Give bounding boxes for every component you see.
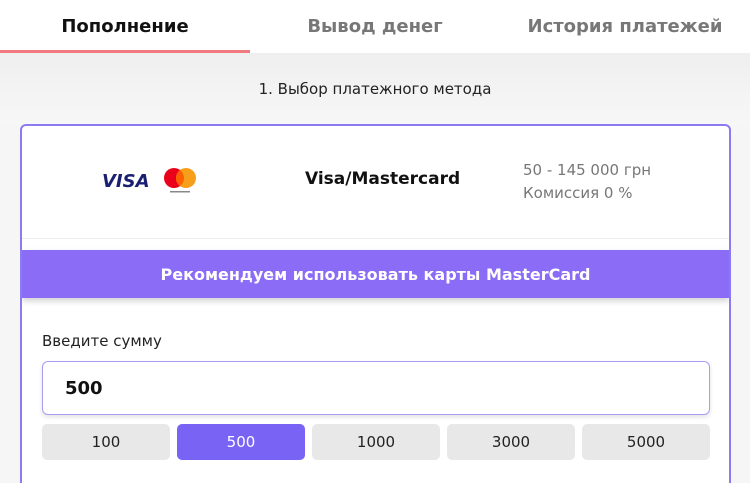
card-logos: VISA	[102, 166, 198, 196]
tab-deposit[interactable]: Пополнение	[0, 0, 250, 53]
amount-label: Введите сумму	[42, 332, 162, 350]
mastercard-logo-icon	[162, 166, 198, 196]
step-title: 1. Выбор платежного метода	[0, 53, 750, 125]
method-limits: 50 - 145 000 грн Комиссия 0 %	[523, 159, 651, 205]
commission-text: Комиссия 0 %	[523, 184, 633, 202]
quick-amount-5000-button[interactable]: 5000	[582, 424, 710, 460]
quick-amounts: 100 500 1000 3000 5000	[42, 424, 710, 460]
tab-history[interactable]: История платежей	[500, 0, 750, 53]
limits-range: 50 - 145 000 грн	[523, 161, 652, 179]
quick-amount-1000-button[interactable]: 1000	[312, 424, 440, 460]
payment-method-row[interactable]: VISA Visa/Mastercard 50 - 145 000 грн Ко…	[22, 126, 729, 239]
method-name: Visa/Mastercard	[305, 169, 461, 189]
visa-logo-icon: VISA	[102, 170, 150, 192]
quick-amount-500-button[interactable]: 500	[177, 424, 305, 460]
amount-input[interactable]	[42, 361, 710, 415]
payment-method-card: VISA Visa/Mastercard 50 - 145 000 грн Ко…	[20, 124, 731, 483]
quick-amount-100-button[interactable]: 100	[42, 424, 170, 460]
recommendation-banner: Рекомендуем использовать карты MasterCar…	[22, 250, 729, 298]
tab-bar: Пополнение Вывод денег История платежей	[0, 0, 750, 53]
quick-amount-3000-button[interactable]: 3000	[447, 424, 575, 460]
tab-withdraw[interactable]: Вывод денег	[250, 0, 500, 53]
